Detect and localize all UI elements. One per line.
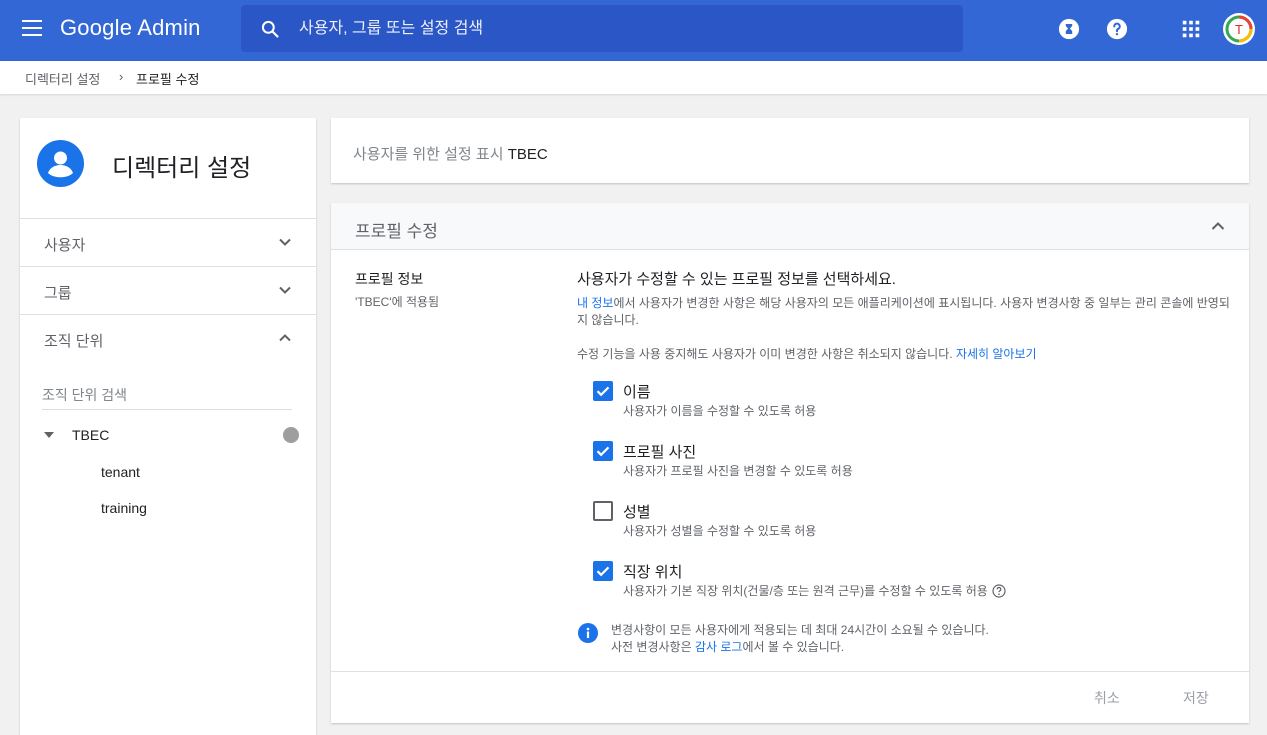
sidebar-item-groups[interactable]: 그룹 [20,267,316,314]
org-tree-child[interactable]: training [101,500,147,516]
section-header[interactable]: 프로필 수정 [331,203,1249,250]
org-status-dot [283,427,299,443]
settings-for-org: TBEC [507,146,548,163]
checkmark-icon [596,446,610,457]
option-label: 직장 위치 [623,564,683,581]
tree-expand-arrow-icon[interactable] [44,432,54,438]
org-tree-root[interactable]: TBEC [72,427,109,443]
checkmark-icon [596,386,610,397]
option-help: 사용자가 기본 직장 위치(건물/층 또는 원격 근무)를 수정할 수 있도록 … [623,584,988,598]
audit-log-link[interactable]: 감사 로그 [695,640,743,654]
account-avatar[interactable]: T [1223,13,1255,45]
setting-description-text: 에서 사용자가 변경한 사항은 해당 사용자의 모든 애플리케이션에 표시됩니다… [577,296,1230,327]
option-label: 성별 [623,504,651,521]
work-location-checkbox[interactable] [593,561,613,581]
option-help-row: 사용자가 기본 직장 위치(건물/층 또는 원격 근무)를 수정할 수 있도록 … [623,582,1006,599]
settings-for-label: 사용자를 위한 설정 표시 TBEC [353,143,548,164]
setting-description: 내 정보에서 사용자가 변경한 사항은 해당 사용자의 모든 애플리케이션에 표… [577,295,1237,329]
breadcrumb-current: 프로필 수정 [136,72,200,87]
chevron-up-icon[interactable] [1211,221,1225,231]
settings-for-prefix: 사용자를 위한 설정 표시 [353,146,504,163]
info-line-2-pre: 사전 변경사항은 [611,640,695,654]
app-logo[interactable]: Google Admin [60,15,201,41]
option-label: 프로필 사진 [623,444,697,461]
name-checkbox[interactable] [593,381,613,401]
info-icon [578,623,598,643]
search-box[interactable] [241,5,963,52]
info-line-1: 변경사항이 모든 사용자에게 적용되는 데 최대 24시간이 소요될 수 있습니… [611,623,989,637]
avatar-letter: T [1235,22,1243,37]
setting-note: 수정 기능을 사용 중지해도 사용자가 이미 변경한 사항은 취소되지 않습니다… [577,345,1237,362]
org-tree-child[interactable]: tenant [101,464,140,480]
cancel-button[interactable]: 취소 [1094,688,1120,708]
search-icon[interactable] [260,19,280,39]
profile-photo-checkbox[interactable] [593,441,613,461]
settings-for-card: 사용자를 위한 설정 표시 TBEC [331,118,1249,183]
sidebar-title: 디렉터리 설정 [112,155,252,182]
setting-applied-to: 'TBEC'에 적용됨 [355,295,440,309]
option-help: 사용자가 이름을 수정할 수 있도록 허용 [623,404,817,418]
chevron-down-icon[interactable] [277,234,293,250]
divider [331,671,1249,672]
sidebar-item-org-units[interactable]: 조직 단위 [20,315,316,362]
profile-editing-card: 프로필 수정 프로필 정보 'TBEC'에 적용됨 사용자가 수정할 수 있는 … [331,203,1249,723]
option-help: 사용자가 프로필 사진을 변경할 수 있도록 허용 [623,464,853,478]
setting-name: 프로필 정보 [355,271,424,287]
breadcrumb: 디렉터리 설정 › 프로필 수정 [0,61,1267,94]
directory-settings-sidebar: 디렉터리 설정 사용자 그룹 조직 단위 TBEC tenant trainin… [20,118,316,735]
menu-icon[interactable] [22,20,42,38]
help-icon[interactable] [1106,18,1128,40]
about-me-link[interactable]: 내 정보 [577,296,613,310]
sidebar-item-label: 조직 단위 [44,333,104,350]
chevron-up-icon[interactable] [277,330,293,346]
top-app-bar: Google Admin T [0,0,1267,61]
setting-note-text: 수정 기능을 사용 중지해도 사용자가 이미 변경한 사항은 취소되지 않습니다… [577,347,953,361]
breadcrumb-separator: › [119,69,124,84]
person-icon [37,140,84,187]
apps-grid-icon[interactable] [1180,18,1202,40]
option-label: 이름 [623,384,651,401]
hourglass-icon[interactable] [1058,18,1080,40]
info-line-2: 사전 변경사항은 감사 로그에서 볼 수 있습니다. [611,639,1211,656]
help-circle-icon[interactable] [992,584,1006,598]
avatar-ring-icon: T [1225,15,1253,43]
save-button[interactable]: 저장 [1183,688,1209,708]
sidebar-item-label: 사용자 [44,237,86,254]
setting-question: 사용자가 수정할 수 있는 프로필 정보를 선택하세요. [577,271,896,288]
search-input[interactable] [299,5,939,52]
checkmark-icon [596,566,610,577]
org-unit-search-input[interactable] [42,380,292,410]
sidebar-item-users[interactable]: 사용자 [20,219,316,266]
breadcrumb-parent-link[interactable]: 디렉터리 설정 [25,69,100,88]
gender-checkbox[interactable] [593,501,613,521]
option-help: 사용자가 성별을 수정할 수 있도록 허용 [623,524,817,538]
learn-more-link[interactable]: 자세히 알아보기 [956,347,1037,361]
chevron-down-icon[interactable] [277,282,293,298]
sidebar-item-label: 그룹 [44,285,72,302]
info-line-2-post: 에서 볼 수 있습니다. [742,640,845,654]
section-title: 프로필 수정 [355,222,438,241]
propagation-info: 변경사항이 모든 사용자에게 적용되는 데 최대 24시간이 소요될 수 있습니… [611,622,1211,656]
